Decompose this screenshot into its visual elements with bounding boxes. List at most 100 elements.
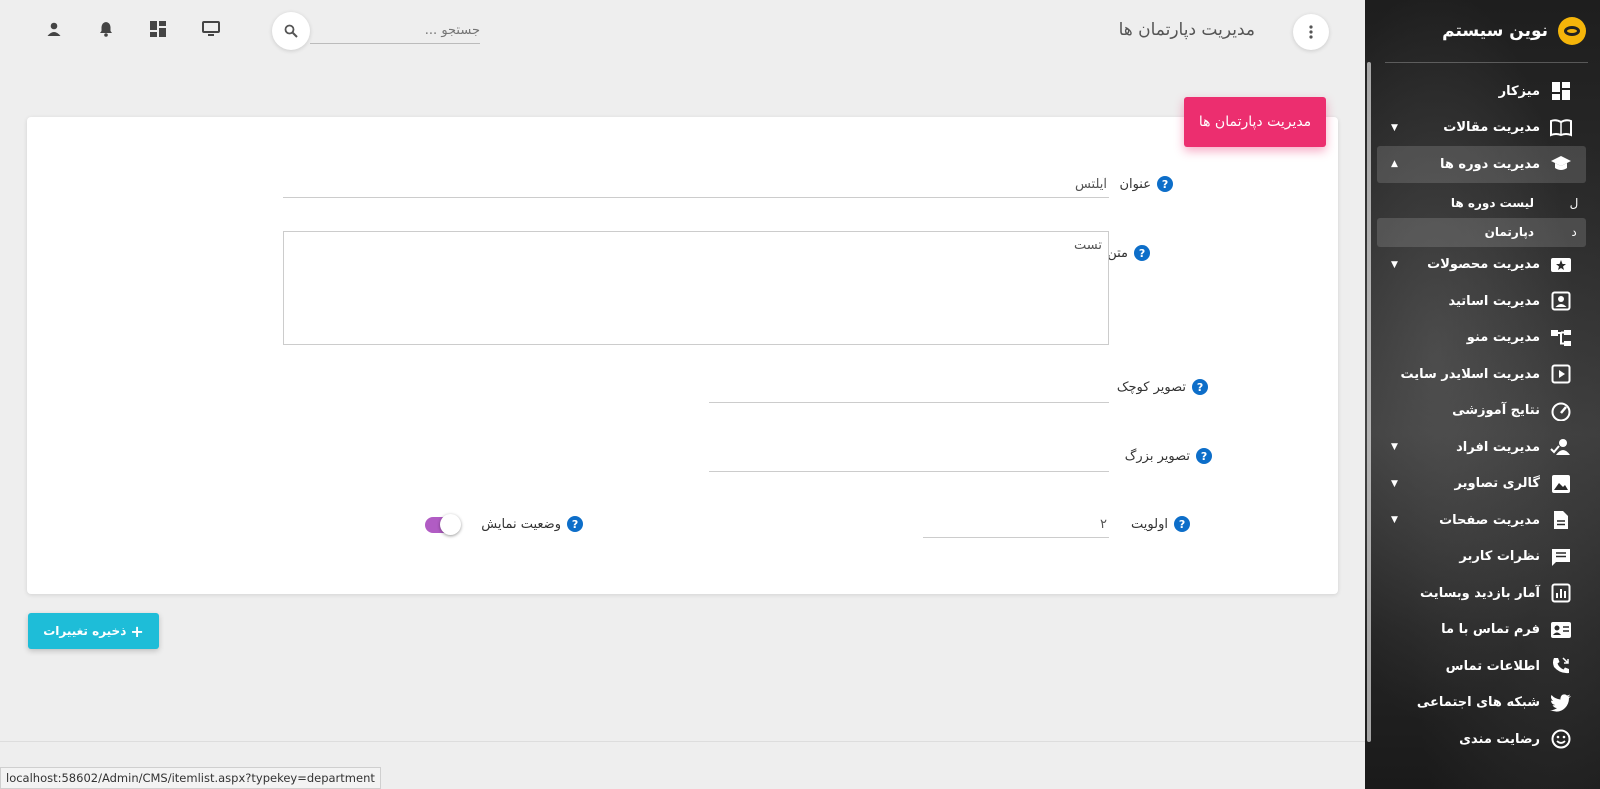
sidebar-item-gallery[interactable]: گالری تصاویر ▼ bbox=[1377, 466, 1586, 503]
sidebar-item-label: میزکار bbox=[1498, 83, 1540, 99]
sidebar-item-contact-info[interactable]: اطلاعات تماس bbox=[1377, 648, 1586, 685]
caret-down-icon: ▼ bbox=[1391, 442, 1398, 453]
brand-title: نوین سیستم bbox=[1442, 21, 1548, 41]
browser-status-bar: localhost:58602/Admin/CMS/itemlist.aspx?… bbox=[0, 767, 381, 789]
priority-label: اولویت bbox=[1131, 516, 1168, 532]
page-title: مدیریت دپارتمان ها bbox=[1118, 20, 1255, 40]
sidebar-item-label: نظرات کاربر bbox=[1459, 549, 1540, 565]
sidebar-item-label: مدیریت مقالات bbox=[1443, 120, 1540, 136]
sidebar-item-contact-form[interactable]: فرم تماس با ما bbox=[1377, 612, 1586, 649]
twitter-icon bbox=[1550, 692, 1572, 714]
department-form-card: مدیریت دپارتمان ها ? عنوان ? متن تست ? ت… bbox=[27, 97, 1338, 594]
caret-down-icon: ▼ bbox=[1391, 259, 1398, 270]
large-image-input[interactable] bbox=[709, 446, 1109, 472]
sidebar-item-dashboard[interactable]: میزکار bbox=[1377, 73, 1586, 110]
display-status-toggle[interactable] bbox=[425, 514, 461, 535]
title-input[interactable] bbox=[283, 172, 1109, 198]
monitor-icon[interactable] bbox=[200, 18, 222, 40]
page-icon bbox=[1550, 509, 1572, 531]
footer-divider bbox=[0, 741, 1365, 742]
smile-icon bbox=[1550, 728, 1572, 750]
sidebar-subitem-label: لیست دوره ها bbox=[1450, 196, 1534, 210]
eye-logo-icon bbox=[1558, 17, 1586, 45]
help-icon[interactable]: ? bbox=[1174, 516, 1190, 532]
sidebar-subitem-department[interactable]: د دپارتمان bbox=[1377, 217, 1586, 247]
save-changes-label: ذخیره تغییرات bbox=[43, 624, 127, 638]
sidebar-item-label: اطلاعات تماس bbox=[1445, 658, 1540, 674]
caret-up-icon: ▲ bbox=[1391, 159, 1398, 170]
thumbnail-input[interactable] bbox=[709, 377, 1109, 403]
user-icon[interactable] bbox=[43, 18, 65, 40]
comment-icon bbox=[1550, 546, 1572, 568]
text-label: متن bbox=[1107, 245, 1128, 261]
sidebar-item-label: مدیریت اسلایدر سایت bbox=[1400, 366, 1540, 382]
priority-input[interactable] bbox=[923, 512, 1109, 538]
sidebar-item-menu[interactable]: مدیریت منو bbox=[1377, 320, 1586, 357]
text-textarea[interactable]: تست bbox=[283, 231, 1109, 345]
more-vertical-icon bbox=[1309, 25, 1313, 39]
sidebar-subitem-course-list[interactable]: ل لیست دوره ها bbox=[1377, 189, 1586, 218]
sidebar-item-articles[interactable]: مدیریت مقالات ▼ bbox=[1377, 110, 1586, 147]
more-menu-button[interactable] bbox=[1293, 14, 1329, 50]
speedometer-icon bbox=[1550, 400, 1572, 422]
search-input[interactable] bbox=[310, 18, 480, 44]
sidebar-item-label: آمار بازدید وبسایت bbox=[1420, 585, 1540, 601]
sidebar-item-results[interactable]: نتایج آموزشی bbox=[1377, 393, 1586, 430]
star-ticket-icon bbox=[1550, 254, 1572, 276]
save-changes-button[interactable]: + ذخیره تغییرات bbox=[28, 613, 159, 649]
title-field-label-row: ? عنوان bbox=[1119, 176, 1173, 192]
bar-chart-icon bbox=[1550, 582, 1572, 604]
search-button[interactable] bbox=[272, 12, 310, 50]
sidebar-item-stats[interactable]: آمار بازدید وبسایت bbox=[1377, 575, 1586, 612]
book-icon bbox=[1550, 117, 1572, 139]
sidebar-item-label: مدیریت اساتید bbox=[1448, 293, 1540, 309]
help-icon[interactable]: ? bbox=[1134, 245, 1150, 261]
sidebar-item-products[interactable]: مدیریت محصولات ▼ bbox=[1377, 247, 1586, 284]
sidebar-item-label: مدیریت صفحات bbox=[1439, 512, 1540, 528]
help-icon[interactable]: ? bbox=[1157, 176, 1173, 192]
user-check-icon bbox=[1550, 436, 1572, 458]
sidebar-nav: میزکار مدیریت مقالات ▼ مدیریت دوره ها ▲ … bbox=[1365, 63, 1600, 758]
sidebar-item-label: مدیریت منو bbox=[1466, 330, 1540, 346]
phone-icon bbox=[1550, 655, 1572, 677]
sidebar-item-label: فرم تماس با ما bbox=[1441, 622, 1540, 638]
sidebar-item-social[interactable]: شبکه های اجتماعی bbox=[1377, 685, 1586, 722]
top-header: مدیریت دپارتمان ها bbox=[0, 0, 1365, 65]
help-icon[interactable]: ? bbox=[1192, 379, 1208, 395]
sidebar-scrollbar[interactable] bbox=[1367, 62, 1371, 742]
sidebar-item-pages[interactable]: مدیریت صفحات ▼ bbox=[1377, 502, 1586, 539]
help-icon[interactable]: ? bbox=[567, 516, 583, 532]
sidebar-item-label: نتایج آموزشی bbox=[1452, 403, 1540, 419]
contact-card-icon bbox=[1550, 290, 1572, 312]
dashboard-icon bbox=[1550, 80, 1572, 102]
sidebar-item-label: مدیریت محصولات bbox=[1427, 257, 1540, 273]
large-image-label: تصویر بزرگ bbox=[1124, 448, 1190, 464]
sidebar-item-slider[interactable]: مدیریت اسلایدر سایت bbox=[1377, 356, 1586, 393]
text-field-label-row: ? متن bbox=[1107, 245, 1150, 261]
sidebar-item-satisfaction[interactable]: رضایت مندی bbox=[1377, 721, 1586, 758]
caret-down-icon: ▼ bbox=[1391, 478, 1398, 489]
sidebar-subitem-label: دپارتمان bbox=[1484, 225, 1534, 239]
graduation-cap-icon bbox=[1550, 153, 1572, 175]
sitemap-icon bbox=[1550, 327, 1572, 349]
sidebar: نوین سیستم میزکار مدیریت مقالات ▼ مدیریت… bbox=[1365, 0, 1600, 789]
brand[interactable]: نوین سیستم bbox=[1365, 0, 1600, 62]
notifications-icon[interactable] bbox=[95, 18, 117, 40]
sidebar-item-people[interactable]: مدیریت افراد ▼ bbox=[1377, 429, 1586, 466]
sidebar-item-label: رضایت مندی bbox=[1459, 731, 1540, 747]
sidebar-subitem-letter: ل bbox=[1569, 196, 1579, 210]
sidebar-item-label: گالری تصاویر bbox=[1454, 476, 1540, 492]
priority-field-label-row: ? اولویت bbox=[1131, 516, 1190, 532]
thumbnail-field-label-row: ? تصویر کوچک bbox=[1117, 379, 1208, 395]
sidebar-item-courses[interactable]: مدیریت دوره ها ▲ bbox=[1377, 146, 1586, 183]
card-title: مدیریت دپارتمان ها bbox=[1184, 97, 1326, 147]
caret-down-icon: ▼ bbox=[1391, 515, 1398, 526]
sidebar-item-comments[interactable]: نظرات کاربر bbox=[1377, 539, 1586, 576]
dashboard-icon[interactable] bbox=[147, 18, 169, 40]
plus-icon: + bbox=[130, 621, 144, 641]
search-icon bbox=[284, 24, 298, 38]
toggle-knob bbox=[440, 514, 461, 535]
help-icon[interactable]: ? bbox=[1196, 448, 1212, 464]
sidebar-item-teachers[interactable]: مدیریت اساتید bbox=[1377, 283, 1586, 320]
thumbnail-label: تصویر کوچک bbox=[1116, 379, 1186, 395]
